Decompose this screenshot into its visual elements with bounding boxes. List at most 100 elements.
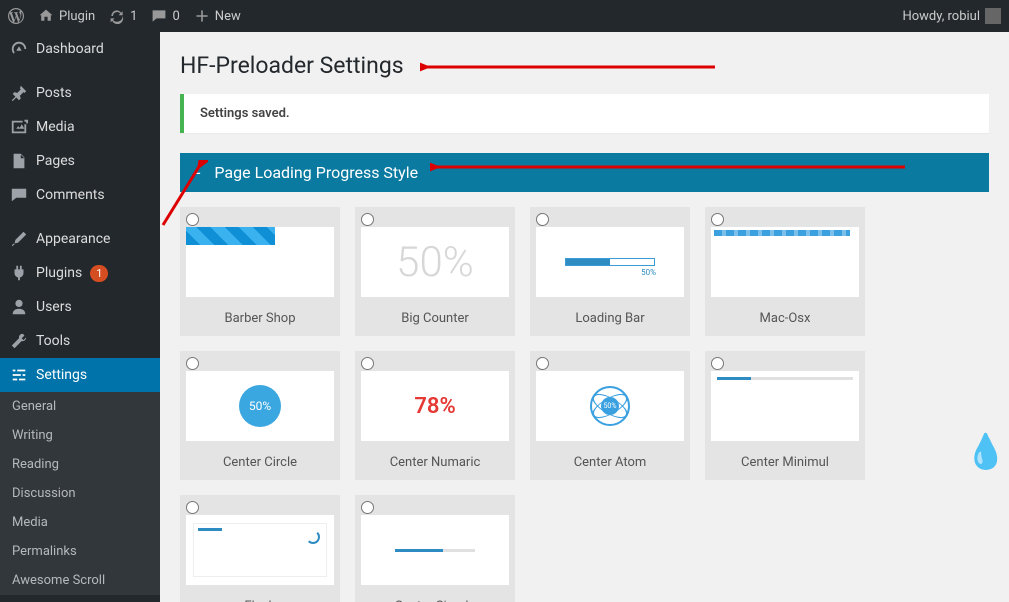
submenu-writing[interactable]: Writing xyxy=(0,421,160,450)
style-preview: 50% xyxy=(536,371,684,441)
wp-logo[interactable] xyxy=(8,8,24,24)
menu-pages[interactable]: Pages xyxy=(0,144,160,178)
style-option-bigcount[interactable]: 50% Big Counter xyxy=(355,207,515,336)
style-label: Center Numaric xyxy=(355,447,515,480)
style-radio[interactable] xyxy=(536,357,549,370)
style-radio[interactable] xyxy=(711,357,724,370)
style-radio[interactable] xyxy=(361,501,374,514)
style-preview: 50% xyxy=(186,371,334,441)
plug-icon xyxy=(10,264,28,282)
style-option-minimul[interactable]: Center Minimul xyxy=(705,351,865,480)
style-radio[interactable] xyxy=(186,213,199,226)
menu-users[interactable]: Users xyxy=(0,290,160,324)
gauge-icon xyxy=(10,40,28,58)
style-label: Center Minimul xyxy=(705,447,865,480)
menu-label: Comments xyxy=(36,187,105,203)
style-preview xyxy=(186,515,334,585)
style-option-circle[interactable]: 50% Center Circle xyxy=(180,351,340,480)
style-preview xyxy=(711,227,859,297)
comments-count: 0 xyxy=(172,9,179,24)
site-link[interactable]: Plugin xyxy=(38,8,95,24)
menu-label: Posts xyxy=(36,85,72,101)
menu-label: Dashboard xyxy=(36,41,104,57)
notice-text: Settings saved. xyxy=(200,106,290,121)
admin-sidebar: Dashboard Posts Media Pages Comments App… xyxy=(0,32,160,602)
pages-icon xyxy=(10,152,28,170)
new-label: New xyxy=(215,9,241,24)
style-option-lbar[interactable]: 50% Loading Bar xyxy=(530,207,690,336)
accordion-progress-style[interactable]: - Page Loading Progress Style xyxy=(180,153,989,192)
water-drop-icon: 💧 xyxy=(965,432,1007,472)
style-radio[interactable] xyxy=(361,213,374,226)
menu-label: Pages xyxy=(36,153,75,169)
avatar xyxy=(985,8,1001,24)
style-radio[interactable] xyxy=(186,501,199,514)
comment-icon xyxy=(10,186,28,204)
style-label: Mac-Osx xyxy=(705,303,865,336)
submenu-awesome-scroll[interactable]: Awesome Scroll xyxy=(0,566,160,595)
style-preview: 50% xyxy=(536,227,684,297)
account-link[interactable]: Howdy, robiul xyxy=(902,8,1001,24)
site-name: Plugin xyxy=(59,9,95,24)
submenu-general[interactable]: General xyxy=(0,392,160,421)
style-radio[interactable] xyxy=(536,213,549,226)
style-option-numaric[interactable]: 78% Center Numaric xyxy=(355,351,515,480)
submenu-permalinks[interactable]: Permalinks xyxy=(0,537,160,566)
wrench-icon xyxy=(10,332,28,350)
style-option-macosx[interactable]: Mac-Osx xyxy=(705,207,865,336)
style-option-barber[interactable]: Barber Shop xyxy=(180,207,340,336)
style-preview xyxy=(186,227,334,297)
updates-count: 1 xyxy=(130,9,137,24)
brush-icon xyxy=(10,230,28,248)
menu-posts[interactable]: Posts xyxy=(0,76,160,110)
style-preview xyxy=(711,371,859,441)
style-label: Center Simple xyxy=(355,591,515,602)
updates-link[interactable]: 1 xyxy=(109,8,137,24)
menu-media[interactable]: Media xyxy=(0,110,160,144)
admin-toolbar: Plugin 1 0 New Howdy, robiul xyxy=(0,0,1009,32)
menu-label: Settings xyxy=(36,367,87,383)
style-option-atom[interactable]: 50% Center Atom xyxy=(530,351,690,480)
wordpress-icon xyxy=(8,8,24,24)
style-label: Big Counter xyxy=(355,303,515,336)
pin-icon xyxy=(10,84,28,102)
style-label: Center Atom xyxy=(530,447,690,480)
style-option-csimple[interactable]: Center Simple xyxy=(355,495,515,602)
comment-icon xyxy=(151,8,167,24)
style-preview: 78% xyxy=(361,371,509,441)
style-label: Center Circle xyxy=(180,447,340,480)
menu-label: Users xyxy=(36,299,72,315)
home-icon xyxy=(38,8,54,24)
menu-dashboard[interactable]: Dashboard xyxy=(0,32,160,66)
accordion-title: Page Loading Progress Style xyxy=(214,163,418,182)
menu-appearance[interactable]: Appearance xyxy=(0,222,160,256)
style-radio[interactable] xyxy=(711,213,724,226)
menu-comments[interactable]: Comments xyxy=(0,178,160,212)
page-title: HF-Preloader Settings xyxy=(180,52,989,79)
plus-icon xyxy=(194,8,210,24)
menu-tools[interactable]: Tools xyxy=(0,324,160,358)
comments-link[interactable]: 0 xyxy=(151,8,179,24)
new-content[interactable]: New xyxy=(194,8,241,24)
menu-label: Media xyxy=(36,119,75,135)
menu-label: Appearance xyxy=(36,231,110,247)
style-preview xyxy=(361,515,509,585)
style-label: Flash xyxy=(180,591,340,602)
menu-settings[interactable]: Settings xyxy=(0,358,160,392)
menu-label: Plugins xyxy=(36,265,82,281)
media-icon xyxy=(10,118,28,136)
style-preview: 50% xyxy=(361,227,509,297)
submenu-media[interactable]: Media xyxy=(0,508,160,537)
style-grid: Barber Shop 50% Big Counter 50% Loading Bar M… xyxy=(180,207,989,602)
style-radio[interactable] xyxy=(361,357,374,370)
menu-plugins[interactable]: Plugins1 xyxy=(0,256,160,290)
submenu-reading[interactable]: Reading xyxy=(0,450,160,479)
settings-submenu: General Writing Reading Discussion Media… xyxy=(0,392,160,595)
style-label: Loading Bar xyxy=(530,303,690,336)
style-option-flash[interactable]: Flash xyxy=(180,495,340,602)
settings-saved-notice: Settings saved. xyxy=(180,94,989,133)
submenu-discussion[interactable]: Discussion xyxy=(0,479,160,508)
style-label: Barber Shop xyxy=(180,303,340,336)
user-icon xyxy=(10,298,28,316)
style-radio[interactable] xyxy=(186,357,199,370)
